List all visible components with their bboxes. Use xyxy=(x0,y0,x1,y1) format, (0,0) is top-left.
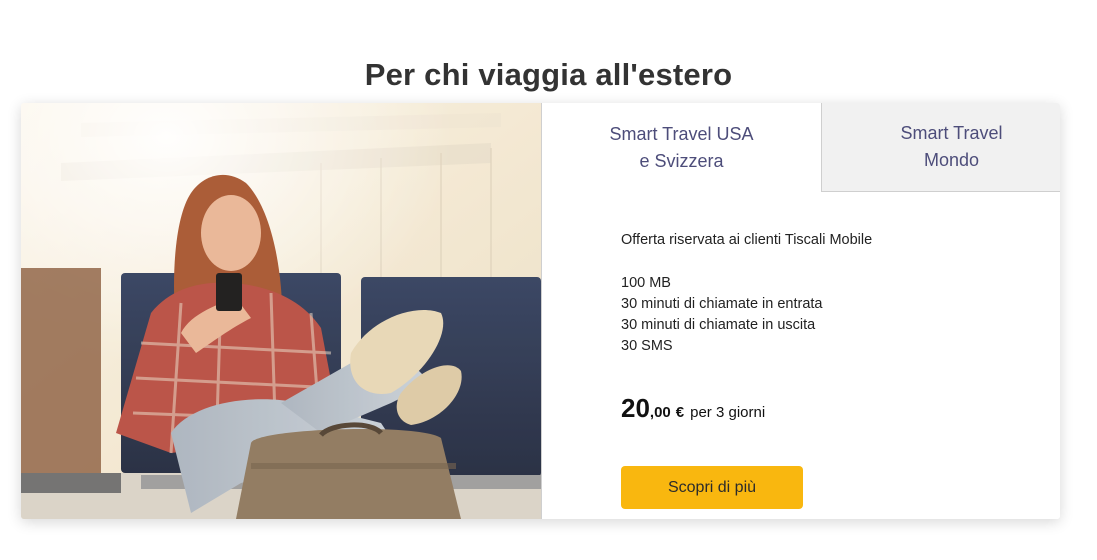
feature-item-outgoing-calls: 30 minuti di chiamate in uscita xyxy=(621,317,816,333)
price: 20 ,00 € per 3 giorni xyxy=(621,393,765,424)
plan-tabs: Smart Travel USA e Svizzera Smart Travel… xyxy=(542,103,1060,192)
feature-list: 100 MB 30 minuti di chiamate in entrata … xyxy=(621,273,872,357)
tab-smart-travel-usa-svizzera[interactable]: Smart Travel USA e Svizzera xyxy=(542,103,821,192)
price-decimal: ,00 xyxy=(649,404,671,421)
page-title: Per chi viaggia all'estero xyxy=(364,56,733,92)
feature-item-sms: 30 SMS xyxy=(621,338,673,354)
traveler-photo xyxy=(21,103,541,519)
offer-details: Offerta riservata ai clienti Tiscali Mob… xyxy=(621,231,872,357)
discover-more-button[interactable]: Scopri di più xyxy=(621,466,803,509)
offer-intro: Offerta riservata ai clienti Tiscali Mob… xyxy=(621,232,873,248)
feature-item-incoming-calls: 30 minuti di chiamate in entrata xyxy=(621,296,823,312)
tab-smart-travel-mondo[interactable]: Smart Travel Mondo xyxy=(821,103,1060,192)
offer-card: Smart Travel USA e Svizzera Smart Travel… xyxy=(21,103,1060,519)
price-currency: € xyxy=(675,404,685,421)
feature-item-data: 100 MB xyxy=(621,275,671,291)
price-period: per 3 giorni xyxy=(690,404,766,421)
offer-panel: Smart Travel USA e Svizzera Smart Travel… xyxy=(541,103,1060,519)
price-integer: 20 xyxy=(621,393,650,423)
